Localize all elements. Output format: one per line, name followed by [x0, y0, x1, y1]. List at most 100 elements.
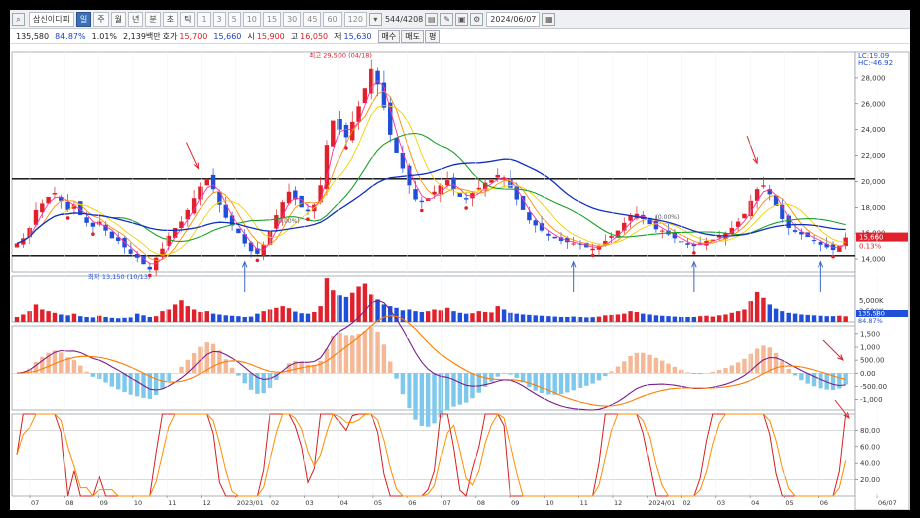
volume-bar — [691, 316, 697, 322]
candle-body — [109, 231, 115, 239]
macd-histogram-bar — [457, 373, 463, 405]
volume-bar — [805, 314, 810, 322]
stock-search-icon[interactable]: ⌕ — [12, 12, 25, 26]
period-tab-3[interactable]: 년 — [127, 11, 144, 27]
volume-pct-label: 84.87% — [858, 317, 883, 325]
candle-body — [52, 193, 58, 195]
x-tick-label: 05 — [374, 499, 382, 507]
macd-histogram-bar — [109, 373, 115, 387]
macd-histogram-bar — [634, 352, 640, 374]
volume-bar — [122, 317, 127, 322]
macd-histogram-bar — [792, 373, 798, 376]
ask-price: 15,660 — [213, 31, 242, 41]
volume-bar — [432, 309, 437, 322]
period-tab-5[interactable]: 초 — [162, 11, 179, 27]
zoom-icon[interactable]: ▤ — [425, 12, 439, 26]
candle-body — [191, 198, 197, 214]
volume-bar — [558, 316, 564, 322]
candle-body — [172, 228, 178, 238]
macd-histogram-bar — [400, 373, 406, 395]
macd-histogram-bar — [59, 352, 64, 374]
interval-tab-45[interactable]: 45 — [303, 11, 322, 27]
volume-bar — [482, 311, 488, 322]
volume-bar — [33, 304, 39, 322]
volume-bar — [622, 313, 627, 322]
interval-tab-30[interactable]: 30 — [283, 11, 302, 27]
period-tab-4[interactable]: 분 — [145, 11, 161, 27]
volume-bar — [748, 301, 754, 322]
price-tick-label: 26,000 — [861, 100, 886, 108]
period-tab-0[interactable]: 일 — [75, 11, 92, 27]
macd-histogram-bar — [489, 373, 494, 382]
interval-tab-5[interactable]: 5 — [227, 11, 241, 27]
interval-tab-1[interactable]: 1 — [197, 11, 211, 27]
sell-button[interactable]: 매도 — [401, 29, 424, 43]
buy-button[interactable]: 매수 — [377, 29, 401, 43]
x-tick-label: 08 — [65, 499, 73, 507]
x-tick-label: 04 — [751, 499, 759, 507]
volume-bar — [571, 316, 576, 322]
interval-tab-120[interactable]: 120 — [343, 11, 367, 27]
period-tab-1[interactable]: 주 — [93, 11, 109, 27]
low-annotation: 최저 13,150 (10/13) — [88, 272, 151, 281]
interval-tab-15[interactable]: 15 — [262, 11, 282, 27]
period-tab-6[interactable]: 틱 — [180, 11, 196, 27]
x-tick-label: 07 — [31, 499, 39, 507]
macd-histogram-bar — [210, 343, 216, 374]
candle-body — [413, 189, 418, 200]
candle-body — [457, 192, 463, 197]
volume-bar — [754, 291, 760, 322]
stock-name-field[interactable]: 삼신이디피 — [29, 11, 74, 27]
candle-body — [444, 180, 450, 186]
macd-histogram-bar — [666, 363, 671, 374]
volume-bar — [160, 311, 165, 322]
x-tick-label: 09 — [100, 499, 108, 507]
period-tab-2[interactable]: 월 — [110, 11, 126, 27]
volume-bar — [324, 278, 330, 322]
volume-bar — [331, 290, 336, 322]
volume-bar — [305, 313, 311, 322]
volume-bar — [52, 312, 58, 322]
interval-tab-60[interactable]: 60 — [323, 11, 342, 27]
volume-bar — [255, 313, 260, 322]
x-tick-label: 12 — [614, 499, 622, 507]
interval-tab-3[interactable]: 3 — [212, 11, 226, 27]
macd-histogram-bar — [533, 373, 538, 391]
edit-icon[interactable]: ✎ — [440, 12, 454, 26]
eval-button[interactable]: 평 — [424, 29, 441, 43]
macd-histogram-bar — [248, 373, 254, 390]
candle-body — [14, 243, 20, 248]
volume-bar — [843, 316, 848, 322]
x-tick-label: 03 — [717, 499, 725, 507]
volume-bar — [634, 311, 640, 322]
volume-bar — [463, 313, 469, 322]
calendar-icon[interactable]: ▦ — [542, 12, 556, 26]
volume-bar — [742, 309, 747, 322]
macd-histogram-bar — [438, 373, 444, 418]
volume-bar — [501, 309, 507, 322]
volume-bar — [71, 313, 77, 322]
volume-bar — [223, 315, 228, 322]
x-tick-label: 10 — [134, 499, 142, 507]
signal-dot — [306, 217, 310, 221]
volume-bar — [280, 306, 285, 322]
candle-body — [685, 243, 690, 245]
macd-histogram-bar — [539, 373, 545, 393]
macd-histogram-bar — [318, 360, 323, 374]
macd-histogram-bar — [78, 365, 83, 374]
date-field[interactable]: 2024/06/07 — [486, 11, 541, 27]
signal-dot — [420, 208, 424, 213]
candle-body — [419, 200, 425, 203]
signal-dot — [590, 253, 595, 258]
chart-window: ⌕ 삼신이디피 일주월년분초틱 1 3 5 10 15 30 45 60 120 ▾ 544/4… — [10, 10, 910, 510]
volume-bar — [103, 316, 108, 322]
lock-icon[interactable]: ▣ — [455, 12, 469, 26]
macd-histogram-bar — [432, 373, 437, 424]
current-price-label: 15,660 — [859, 234, 884, 242]
settings-icon[interactable]: ⚙ — [470, 12, 484, 26]
dropdown-icon[interactable]: ▾ — [368, 12, 382, 26]
macd-histogram-bar — [413, 373, 418, 420]
interval-tab-10[interactable]: 10 — [242, 11, 261, 27]
macd-histogram-bar — [495, 373, 500, 377]
macd-histogram-bar — [596, 373, 602, 381]
